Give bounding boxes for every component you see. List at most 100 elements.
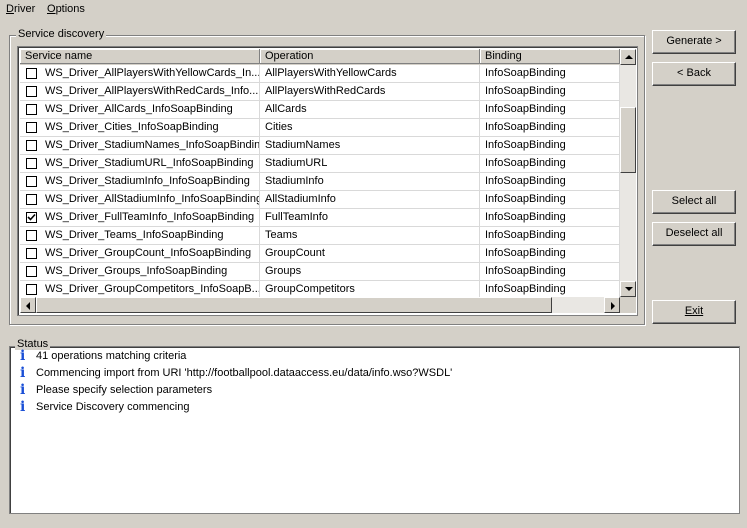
cell-operation: StadiumNames: [260, 137, 480, 155]
table-row[interactable]: WS_Driver_StadiumNames_InfoSoapBinding St…: [20, 137, 620, 155]
service-name-text: WS_Driver_AllStadiumInfo_InfoSoapBinding: [45, 193, 260, 205]
status-message-text: 41 operations matching criteria: [36, 350, 187, 362]
vertical-scroll-thumb[interactable]: [620, 107, 636, 173]
cell-service-name: WS_Driver_AllPlayersWithRedCards_Info...: [20, 83, 260, 101]
arrow-up-icon: [625, 55, 633, 59]
row-checkbox[interactable]: [26, 248, 37, 259]
cell-binding: InfoSoapBinding: [480, 101, 620, 119]
horizontal-scrollbar[interactable]: [20, 297, 620, 313]
cell-binding: InfoSoapBinding: [480, 137, 620, 155]
cell-operation: AllCards: [260, 101, 480, 119]
cell-binding: InfoSoapBinding: [480, 281, 620, 297]
table-row[interactable]: WS_Driver_AllPlayersWithYellowCards_In..…: [20, 65, 620, 83]
scroll-corner: [620, 297, 636, 313]
cell-operation: FullTeamInfo: [260, 209, 480, 227]
back-button[interactable]: < Back: [652, 62, 736, 86]
deselect-all-button[interactable]: Deselect all: [652, 222, 736, 246]
row-checkbox[interactable]: [26, 212, 37, 223]
info-icon: i: [20, 399, 26, 415]
cell-binding: InfoSoapBinding: [480, 83, 620, 101]
table-row[interactable]: WS_Driver_AllCards_InfoSoapBinding AllCar…: [20, 101, 620, 119]
exit-button[interactable]: Exit: [652, 300, 736, 324]
cell-operation: Cities: [260, 119, 480, 137]
cell-binding: InfoSoapBinding: [480, 155, 620, 173]
column-header-operation[interactable]: Operation: [260, 49, 480, 64]
cell-service-name: WS_Driver_AllPlayersWithYellowCards_In..…: [20, 65, 260, 83]
service-name-text: WS_Driver_StadiumNames_InfoSoapBinding: [45, 139, 260, 151]
cell-service-name: WS_Driver_StadiumInfo_InfoSoapBinding: [20, 173, 260, 191]
table-row[interactable]: WS_Driver_Teams_InfoSoapBinding Teams Info…: [20, 227, 620, 245]
cell-service-name: WS_Driver_Groups_InfoSoapBinding: [20, 263, 260, 281]
column-header-service-name[interactable]: Service name: [20, 49, 260, 64]
row-checkbox[interactable]: [26, 140, 37, 151]
row-checkbox[interactable]: [26, 176, 37, 187]
cell-binding: InfoSoapBinding: [480, 119, 620, 137]
table-row[interactable]: WS_Driver_StadiumURL_InfoSoapBinding Stad…: [20, 155, 620, 173]
cell-binding: InfoSoapBinding: [480, 173, 620, 191]
exit-label: Exit: [684, 305, 704, 317]
cell-operation: GroupCompetitors: [260, 281, 480, 297]
service-list[interactable]: Service name Operation Binding WS_Driver…: [17, 46, 638, 316]
column-header-binding[interactable]: Binding: [480, 49, 620, 64]
select-all-button[interactable]: Select all: [652, 190, 736, 214]
row-checkbox[interactable]: [26, 122, 37, 133]
cell-operation: AllPlayersWithRedCards: [260, 83, 480, 101]
info-icon: i: [20, 348, 26, 364]
service-name-text: WS_Driver_AllCards_InfoSoapBinding: [45, 103, 233, 115]
cell-service-name: WS_Driver_StadiumURL_InfoSoapBinding: [20, 155, 260, 173]
cell-binding: InfoSoapBinding: [480, 65, 620, 83]
service-name-text: WS_Driver_AllPlayersWithYellowCards_In..…: [45, 67, 260, 79]
table-row[interactable]: WS_Driver_GroupCount_InfoSoapBinding Grou…: [20, 245, 620, 263]
status-message-text: Please specify selection parameters: [36, 384, 213, 396]
row-checkbox[interactable]: [26, 266, 37, 277]
cell-service-name: WS_Driver_GroupCompetitors_InfoSoapB...: [20, 281, 260, 297]
row-checkbox[interactable]: [26, 68, 37, 79]
table-row[interactable]: WS_Driver_FullTeamInfo_InfoSoapBinding Fu…: [20, 209, 620, 227]
table-row[interactable]: WS_Driver_AllStadiumInfo_InfoSoapBinding…: [20, 191, 620, 209]
cell-operation: Groups: [260, 263, 480, 281]
cell-operation: StadiumInfo: [260, 173, 480, 191]
generate-button[interactable]: Generate >: [652, 30, 736, 54]
cell-service-name: WS_Driver_Cities_InfoSoapBinding: [20, 119, 260, 137]
service-name-text: WS_Driver_StadiumURL_InfoSoapBinding: [45, 157, 254, 169]
table-row[interactable]: WS_Driver_StadiumInfo_InfoSoapBinding Sta…: [20, 173, 620, 191]
cell-service-name: WS_Driver_StadiumNames_InfoSoapBinding: [20, 137, 260, 155]
cell-operation: AllStadiumInfo: [260, 191, 480, 209]
service-name-text: WS_Driver_Groups_InfoSoapBinding: [45, 265, 228, 277]
row-checkbox[interactable]: [26, 158, 37, 169]
menu-bar: Driver Options: [0, 0, 747, 20]
menu-driver[interactable]: Driver: [6, 3, 35, 15]
service-name-text: WS_Driver_Cities_InfoSoapBinding: [45, 121, 219, 133]
service-name-text: WS_Driver_Teams_InfoSoapBinding: [45, 229, 224, 241]
cell-service-name: WS_Driver_Teams_InfoSoapBinding: [20, 227, 260, 245]
status-panel: Status i 41 operations matching criteria i…: [9, 338, 740, 514]
scroll-up-button[interactable]: [620, 49, 636, 65]
service-name-text: WS_Driver_StadiumInfo_InfoSoapBinding: [45, 175, 250, 187]
list-body: WS_Driver_AllPlayersWithYellowCards_In..…: [20, 65, 620, 297]
table-row[interactable]: WS_Driver_Cities_InfoSoapBinding Cities In…: [20, 119, 620, 137]
row-checkbox[interactable]: [26, 230, 37, 241]
cell-operation: AllPlayersWithYellowCards: [260, 65, 480, 83]
cell-service-name: WS_Driver_AllStadiumInfo_InfoSoapBinding: [20, 191, 260, 209]
table-row[interactable]: WS_Driver_AllPlayersWithRedCards_Info...…: [20, 83, 620, 101]
cell-service-name: WS_Driver_FullTeamInfo_InfoSoapBinding: [20, 209, 260, 227]
cell-binding: InfoSoapBinding: [480, 209, 620, 227]
row-checkbox[interactable]: [26, 86, 37, 97]
horizontal-scroll-thumb[interactable]: [36, 297, 552, 313]
row-checkbox[interactable]: [26, 194, 37, 205]
arrow-right-icon: [611, 302, 615, 310]
arrow-down-icon: [625, 287, 633, 291]
scroll-left-button[interactable]: [20, 297, 36, 313]
checkmark-icon: [27, 213, 36, 221]
menu-options[interactable]: Options: [47, 3, 85, 15]
cell-binding: InfoSoapBinding: [480, 263, 620, 281]
arrow-left-icon: [26, 302, 30, 310]
scroll-right-button[interactable]: [604, 297, 620, 313]
table-row[interactable]: WS_Driver_GroupCompetitors_InfoSoapB... G…: [20, 281, 620, 297]
cell-operation: Teams: [260, 227, 480, 245]
row-checkbox[interactable]: [26, 284, 37, 295]
table-row[interactable]: WS_Driver_Groups_InfoSoapBinding Groups In…: [20, 263, 620, 281]
scroll-down-button[interactable]: [620, 281, 636, 297]
row-checkbox[interactable]: [26, 104, 37, 115]
vertical-scrollbar[interactable]: [620, 49, 636, 297]
